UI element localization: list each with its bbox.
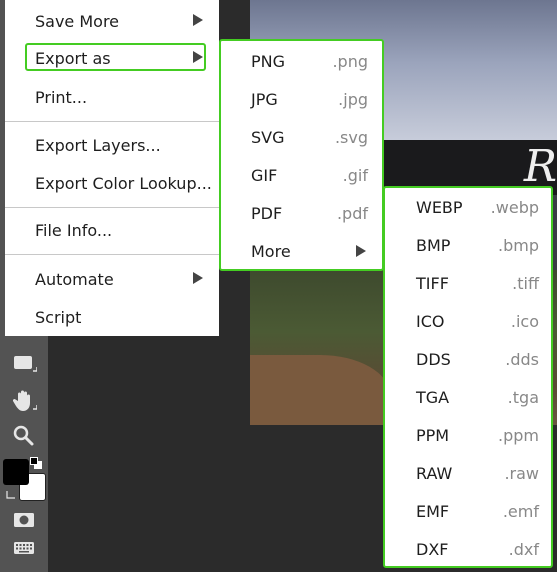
format-label: PDF [251,203,283,223]
menu-item-print[interactable]: Print... [5,81,219,113]
format-label: WEBP [416,197,463,217]
menu-item-label: Automate [35,269,114,289]
menu-item-script[interactable]: Script [5,301,219,333]
menu-item-save-more[interactable]: Save More [5,5,219,37]
menu-item-label: Export Color Lookup... [35,173,212,193]
export-bmp[interactable]: BMP .bmp [385,228,551,262]
format-label: BMP [416,235,451,255]
menu-divider [5,207,219,208]
menu-item-label: Export as [35,48,111,68]
swap-colors-icon[interactable] [5,486,17,499]
more-formats-submenu: WEBP .webp BMP .bmp TIFF .tiff ICO .ico … [383,186,553,568]
file-menu: Save More Export as Print... Export Laye… [5,0,219,336]
menu-item-label: Print... [35,87,88,107]
menu-item-export-as[interactable]: Export as [5,42,219,74]
export-pdf[interactable]: PDF .pdf [221,196,382,230]
menu-item-export-color-lookup[interactable]: Export Color Lookup... [5,167,219,199]
menu-divider [5,254,219,255]
quick-mask-icon[interactable] [10,507,38,533]
default-colors-icon[interactable] [30,457,42,469]
canvas-road-image [250,355,390,425]
export-tga[interactable]: TGA .tga [385,380,551,414]
menu-item-label: Script [35,307,82,327]
menu-item-file-info[interactable]: File Info... [5,214,219,246]
format-extension: .jpg [338,89,368,109]
format-extension: .dxf [508,539,539,559]
menu-item-export-layers[interactable]: Export Layers... [5,129,219,161]
format-extension: .ppm [498,425,539,445]
submenu-arrow-icon [356,245,366,257]
canvas-title-text: R [523,141,557,192]
submenu-arrow-icon [193,272,203,284]
submenu-arrow-icon [193,14,203,26]
hand-icon[interactable] [10,387,38,413]
export-gif[interactable]: GIF .gif [221,158,382,192]
format-label: DXF [416,539,449,559]
format-label: JPG [251,89,278,109]
format-extension: .tiff [512,273,539,293]
export-tiff[interactable]: TIFF .tiff [385,266,551,300]
format-extension: .gif [342,165,368,185]
format-extension: .dds [505,349,539,369]
format-label: ICO [416,311,445,331]
export-emf[interactable]: EMF .emf [385,494,551,528]
format-extension: .bmp [498,235,539,255]
zoom-icon[interactable] [10,423,38,449]
format-label: PNG [251,51,286,71]
format-label: TGA [416,387,450,407]
rectangle-shape-icon[interactable] [10,350,38,376]
menu-item-label: File Info... [35,220,113,240]
menu-item-label: Save More [35,11,120,31]
format-label: DDS [416,349,451,369]
export-webp[interactable]: WEBP .webp [385,190,551,224]
submenu-arrow-icon [193,51,203,63]
export-dxf[interactable]: DXF .dxf [385,532,551,566]
foreground-color-swatch[interactable] [3,459,29,485]
export-jpg[interactable]: JPG .jpg [221,82,382,116]
format-extension: .png [332,51,368,71]
format-label: PPM [416,425,450,445]
export-more[interactable]: More [221,234,382,268]
format-label: RAW [416,463,453,483]
format-label: EMF [416,501,450,521]
keyboard-icon[interactable] [10,535,38,561]
export-ico[interactable]: ICO .ico [385,304,551,338]
export-as-submenu: PNG .png JPG .jpg SVG .svg GIF .gif PDF … [219,39,384,271]
format-extension: .ico [510,311,539,331]
menu-item-automate[interactable]: Automate [5,263,219,295]
menu-divider [5,121,219,122]
color-swatches[interactable] [3,455,47,503]
format-label: TIFF [416,273,449,293]
export-png[interactable]: PNG .png [221,44,382,78]
export-ppm[interactable]: PPM .ppm [385,418,551,452]
format-extension: .webp [490,197,539,217]
format-extension: .raw [504,463,539,483]
export-svg[interactable]: SVG .svg [221,120,382,154]
export-raw[interactable]: RAW .raw [385,456,551,490]
format-extension: .svg [334,127,368,147]
menu-item-label: Export Layers... [35,135,161,155]
format-label: More [251,241,291,261]
format-extension: .pdf [336,203,368,223]
export-dds[interactable]: DDS .dds [385,342,551,376]
format-extension: .emf [502,501,539,521]
format-label: GIF [251,165,278,185]
format-extension: .tga [507,387,539,407]
format-label: SVG [251,127,285,147]
